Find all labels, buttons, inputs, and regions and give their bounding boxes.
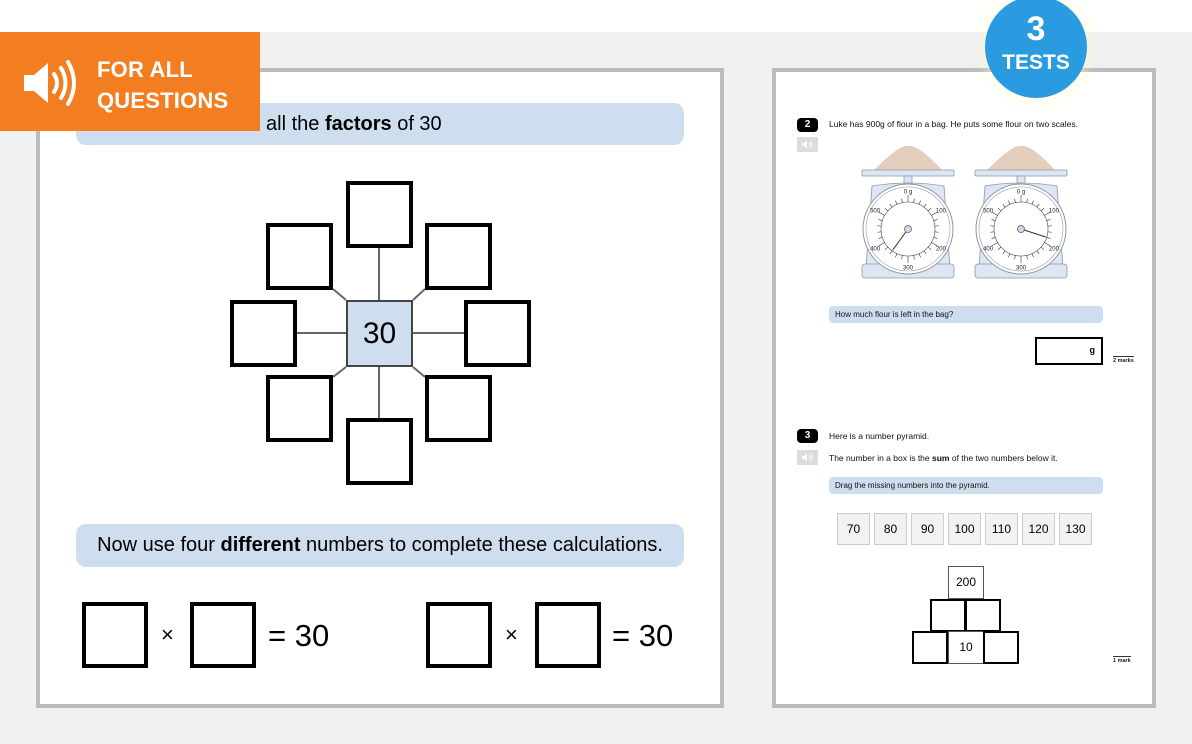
flour-answer-input[interactable]: g: [1035, 337, 1103, 365]
calc-1-input-a[interactable]: [82, 602, 148, 668]
drag-tile[interactable]: 120: [1022, 513, 1055, 545]
drag-tile[interactable]: 130: [1059, 513, 1092, 545]
factor-box-top-right[interactable]: [425, 223, 492, 290]
tests-count-badge: 3 TESTS: [985, 0, 1087, 98]
instruction-banner: How much flour is left in the bag?: [829, 306, 1103, 323]
audio-banner-label: FOR ALL QUESTIONS: [97, 54, 228, 116]
scale-label: 0 g: [1017, 190, 1025, 196]
pyramid-top-box: 200: [948, 566, 984, 599]
audio-for-all-questions-button[interactable]: FOR ALL QUESTIONS: [0, 32, 260, 131]
drag-tile[interactable]: 100: [948, 513, 981, 545]
unit-label: g: [1089, 345, 1096, 355]
factor-box-bottom-left[interactable]: [266, 375, 333, 442]
question-text: The number in a box is the sum of the tw…: [829, 452, 1058, 464]
scale-platform: [861, 169, 955, 177]
pyramid-bottom-left-drop[interactable]: [912, 631, 948, 664]
speaker-icon: [802, 140, 813, 149]
scale-label: 100: [936, 209, 947, 215]
question-text: Here is a number pyramid.: [829, 431, 930, 441]
question-audio-button[interactable]: [797, 450, 818, 465]
instruction-banner-calculations: Now use four different numbers to comple…: [76, 524, 684, 567]
instruction-bold: different: [220, 534, 301, 556]
scale-label: 100: [1049, 209, 1060, 215]
factor-box-top[interactable]: [346, 181, 413, 248]
drag-tile[interactable]: 70: [837, 513, 870, 545]
drag-tile[interactable]: 90: [911, 513, 944, 545]
tests-count: 3: [1026, 10, 1046, 48]
scale-label: 500: [870, 209, 881, 215]
instruction-banner: Drag the missing numbers into the pyrami…: [829, 477, 1103, 494]
pyramid-middle-left-drop[interactable]: [930, 599, 966, 632]
scale-label: 400: [983, 247, 994, 253]
calc-1-input-b[interactable]: [190, 602, 256, 668]
tests-label: TESTS: [1002, 51, 1070, 74]
instruction-text: numbers to complete these calculations.: [300, 534, 663, 556]
drag-tile[interactable]: 110: [985, 513, 1018, 545]
scale-label: 300: [903, 266, 914, 272]
speaker-icon: [24, 60, 76, 106]
flour-pile: [987, 145, 1055, 170]
pyramid-bottom-right-drop[interactable]: [983, 631, 1019, 664]
audio-banner-line2: QUESTIONS: [97, 88, 229, 113]
scale-label: 400: [870, 247, 881, 253]
calc-2-result: = 30: [612, 618, 674, 653]
audio-banner-line1: FOR ALL: [97, 57, 193, 82]
flour-pile: [874, 145, 942, 170]
calc-2-input-b[interactable]: [535, 602, 601, 668]
speaker-icon: [802, 453, 813, 462]
scale-label: 200: [936, 247, 947, 253]
question-text: Luke has 900g of flour in a bag. He puts…: [829, 119, 1079, 129]
calc-1-result: = 30: [268, 618, 330, 653]
multiply-sign: ×: [505, 622, 518, 647]
text-part: of the two numbers below it.: [949, 453, 1058, 463]
pyramid-bottom-middle-box: 10: [948, 631, 984, 664]
factor-box-bottom[interactable]: [346, 418, 413, 485]
text-bold: sum: [932, 453, 950, 463]
multiply-sign: ×: [161, 622, 174, 647]
factor-box-right[interactable]: [464, 300, 531, 367]
scale-needle-hub: [904, 225, 912, 233]
scale-needle-hub: [1017, 225, 1025, 233]
text-part: The number in a box is the: [829, 453, 933, 463]
marks-label: 1 mark: [1113, 656, 1131, 664]
question-audio-button[interactable]: [797, 137, 818, 152]
weighing-scales-illustration: 0 g 100 200 300 400 500 0 g 100 200 300 400 500: [861, 145, 1068, 279]
instruction-text: Now use four: [97, 534, 221, 556]
factor-box-left[interactable]: [230, 300, 297, 367]
question-number-badge: 2: [797, 118, 818, 132]
marks-label: 2 marks: [1113, 356, 1134, 364]
factor-box-bottom-right[interactable]: [425, 375, 492, 442]
factor-box-top-left[interactable]: [266, 223, 333, 290]
pyramid-middle-right-drop[interactable]: [965, 599, 1001, 632]
scale-label: 300: [1016, 266, 1027, 272]
question-number-badge: 3: [797, 429, 818, 443]
calc-2-input-a[interactable]: [426, 602, 492, 668]
drag-tile[interactable]: 80: [874, 513, 907, 545]
center-number-box: 30: [346, 300, 413, 367]
scale-label: 0 g: [904, 190, 912, 196]
scale-label: 200: [1049, 247, 1060, 253]
scale-platform: [974, 169, 1068, 177]
scale-label: 500: [983, 209, 994, 215]
